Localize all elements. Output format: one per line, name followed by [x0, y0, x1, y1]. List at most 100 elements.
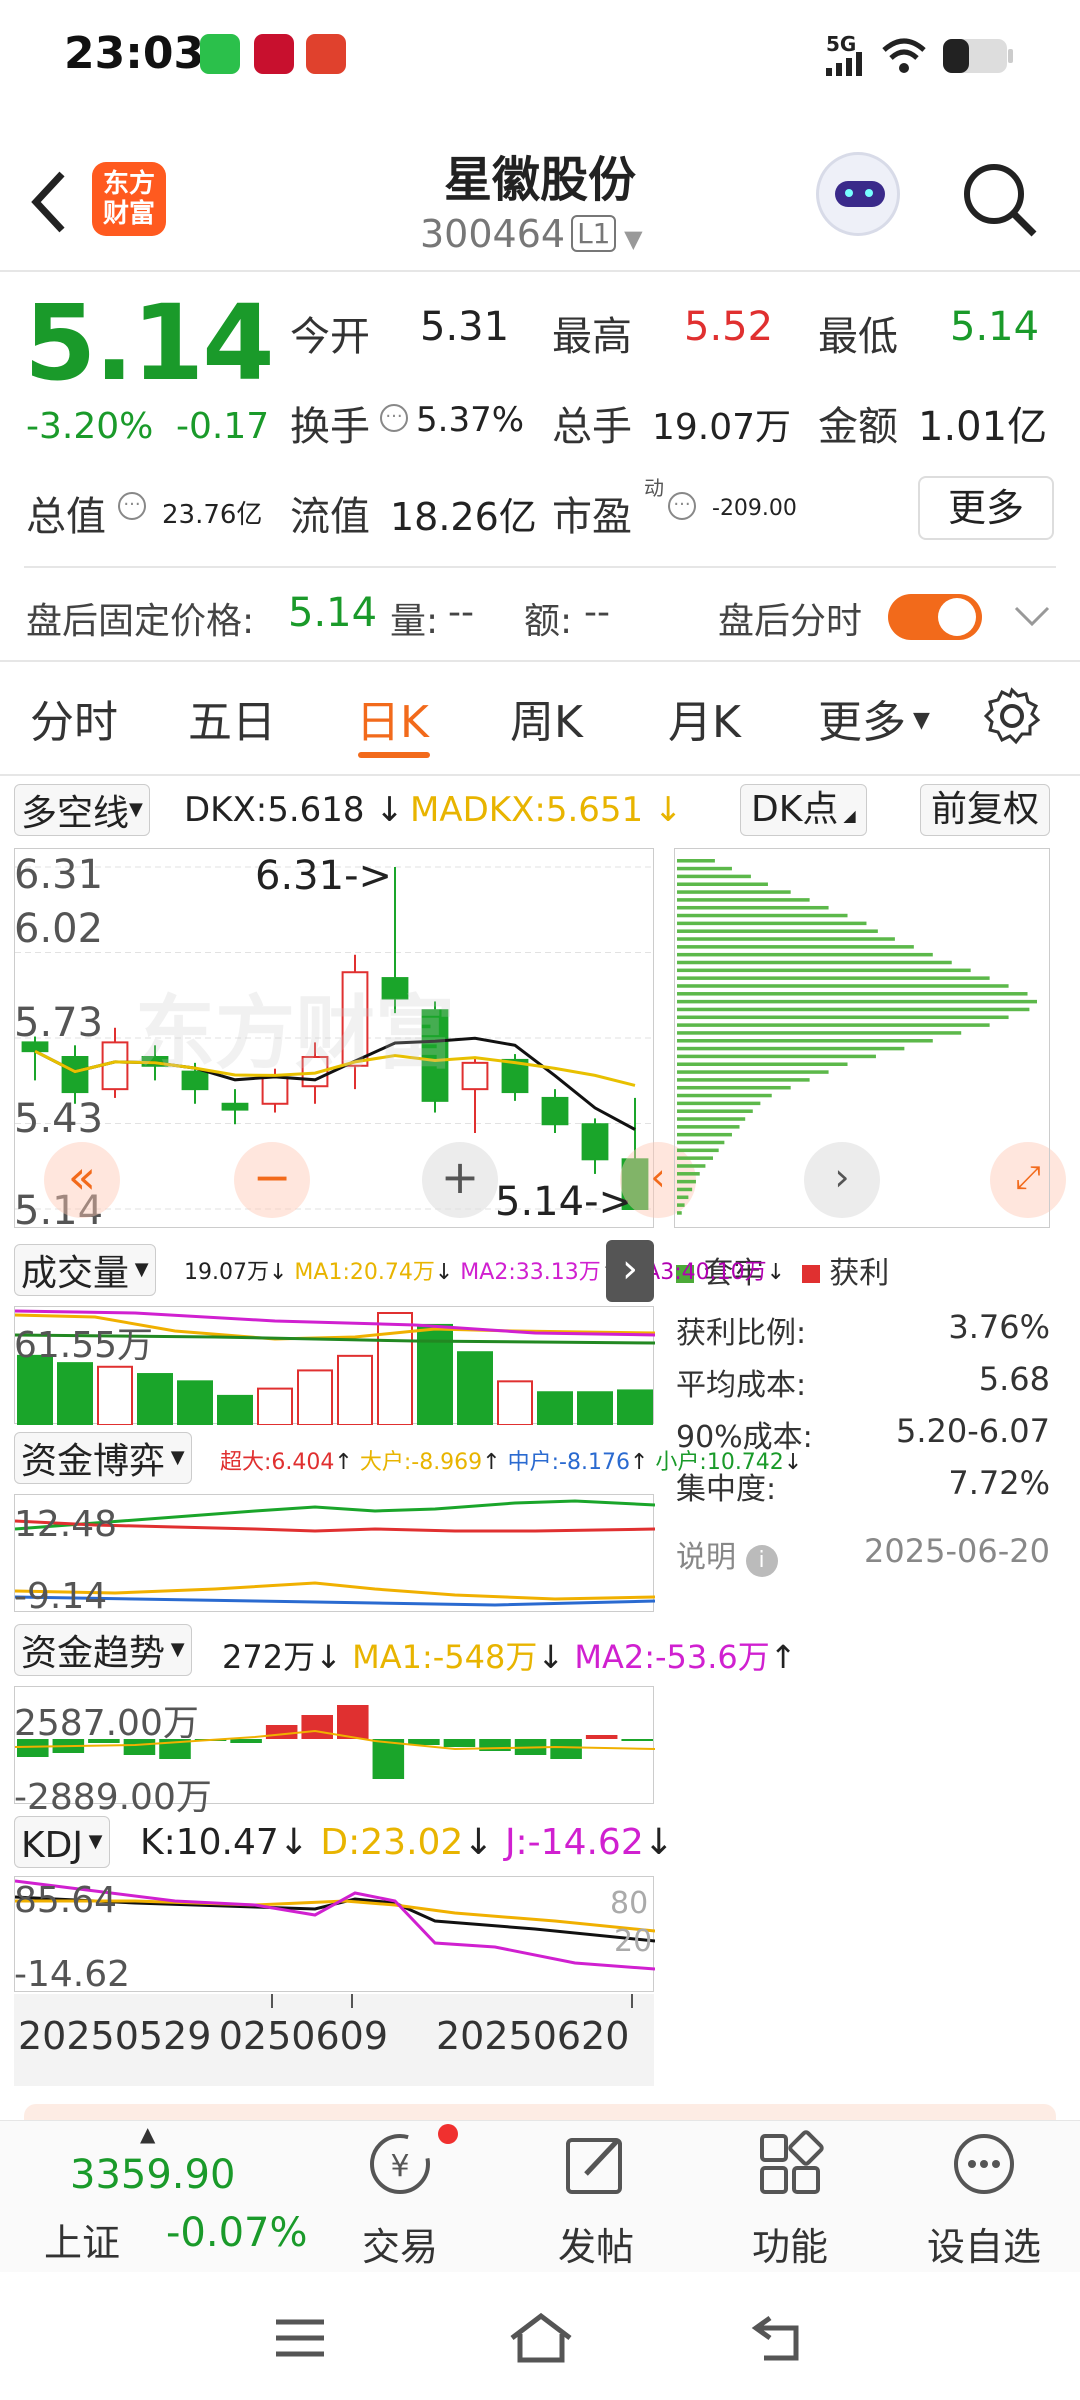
- more-options-icon[interactable]: [950, 2130, 1020, 2200]
- chip-bar: [677, 1172, 700, 1176]
- chip-bar: [677, 992, 1028, 996]
- date-label-2: 20250609: [220, 2014, 388, 2058]
- capital-select[interactable]: 资金博弈 ▼: [14, 1432, 192, 1484]
- post-icon[interactable]: [562, 2130, 632, 2200]
- volume-select[interactable]: 成交量 ▼: [14, 1244, 156, 1296]
- tab-more[interactable]: 更多 ▼: [818, 686, 930, 750]
- low-marker: 5.14->: [495, 1179, 633, 1225]
- notification-dot: [438, 2124, 458, 2144]
- pe-dynamic-mark: 动: [644, 476, 664, 500]
- watermark: 东方财富: [135, 987, 455, 1080]
- index-value[interactable]: 3359.90: [70, 2152, 235, 2198]
- chip-bar: [677, 1093, 772, 1098]
- y-label-1: 6.31: [14, 852, 104, 898]
- caret-up-icon: ▲: [140, 2122, 156, 2146]
- nav-post[interactable]: 发帖: [516, 2216, 676, 2271]
- chip-bar: [677, 882, 768, 886]
- chip-note-link[interactable]: 说明 i: [676, 1532, 778, 1577]
- chip-bar: [677, 960, 952, 965]
- wechat-icon: [200, 34, 240, 74]
- info-dots-icon[interactable]: ···: [380, 404, 408, 432]
- current-price: 5.14: [24, 282, 275, 404]
- chip-bar: [677, 866, 732, 871]
- pe-value: -209.00: [712, 496, 797, 521]
- collapse-arrow-icon[interactable]: ›: [606, 1240, 654, 1302]
- candle-body: [101, 1041, 129, 1091]
- y-label-2: 6.02: [14, 906, 104, 952]
- search-icon[interactable]: [960, 160, 1040, 240]
- kdj-stats: K:10.47↓ D:23.02↓ J:-14.62↓: [140, 1822, 674, 1863]
- active-tab-indicator: [358, 752, 430, 758]
- chip-bar: [677, 937, 895, 941]
- volume-bar: [497, 1380, 533, 1426]
- chip-bar: [677, 1164, 706, 1168]
- capital-stats: 超大:6.404↑ 大户:-8.969↑ 中户:-8.176↑ 小户:10.74…: [220, 1450, 803, 1475]
- chip-bar: [677, 1007, 1030, 1012]
- nav-functions[interactable]: 功能: [710, 2216, 870, 2271]
- trade-icon[interactable]: ¥: [362, 2130, 438, 2200]
- chip-bar: [677, 874, 751, 879]
- chip-bar: [677, 1046, 905, 1051]
- back-icon[interactable]: [750, 2312, 810, 2364]
- trend-axis-bottom: -2889.00万: [14, 1777, 212, 1818]
- info-dots-icon[interactable]: ···: [668, 492, 696, 520]
- volume-bar: [57, 1362, 93, 1426]
- trend-bar: [230, 1739, 262, 1743]
- index-change[interactable]: -0.07%: [166, 2210, 308, 2256]
- trend-axis-top: 2587.00万: [14, 1703, 199, 1744]
- tab-daily-k[interactable]: 日K: [356, 686, 429, 750]
- volume-label: 总手: [552, 404, 632, 450]
- kdj-select[interactable]: KDJ ▼: [14, 1816, 110, 1868]
- nav-trade[interactable]: 交易: [320, 2216, 480, 2271]
- nav-watchlist[interactable]: 设自选: [904, 2216, 1064, 2271]
- trend-bar: [585, 1735, 618, 1739]
- functions-icon[interactable]: [756, 2130, 826, 2200]
- chip-stat-label: 获利比例:: [676, 1316, 807, 1351]
- adjust-button[interactable]: 前复权: [920, 784, 1051, 836]
- chip-stat-value: 5.68: [978, 1360, 1050, 1398]
- chip-stat-value: 3.76%: [948, 1308, 1050, 1346]
- tab-weekly-k[interactable]: 周K: [510, 686, 583, 750]
- amount-label: 金额: [818, 404, 898, 450]
- dk-point-button[interactable]: DK点 ◢: [740, 784, 867, 836]
- volume-bar: [217, 1394, 253, 1426]
- chip-bar: [677, 1023, 990, 1027]
- index-name[interactable]: 上证: [44, 2212, 120, 2267]
- indicator-select[interactable]: 多空线▼: [14, 784, 150, 836]
- home-icon[interactable]: [506, 2310, 576, 2366]
- chevron-down-icon[interactable]: [1014, 604, 1050, 628]
- tab-five-day[interactable]: 五日: [188, 686, 276, 750]
- after-hours-vol: --: [448, 592, 474, 633]
- menu-icon[interactable]: [270, 2316, 330, 2360]
- pe-label: 市盈: [552, 494, 632, 540]
- date-ticks: [271, 1994, 633, 2008]
- chip-bar: [677, 898, 810, 902]
- madkx-value: MADKX:5.651 ↓: [410, 790, 683, 830]
- info-dots-icon[interactable]: ···: [118, 492, 146, 520]
- stock-code-selector[interactable]: 300464 L1 ▼: [420, 212, 643, 256]
- chip-bar: [677, 984, 1009, 988]
- chip-stat-label: 平均成本:: [676, 1368, 807, 1403]
- trend-select[interactable]: 资金趋势 ▼: [14, 1624, 192, 1676]
- after-hours-toggle[interactable]: [888, 594, 982, 640]
- date-label-1: 20250529: [18, 2014, 212, 2058]
- zoom-in-icon[interactable]: +: [422, 1142, 498, 1218]
- system-nav: [0, 2272, 1080, 2400]
- volume-axis-label: 61.55万: [14, 1325, 154, 1366]
- chip-bar: [677, 1211, 682, 1215]
- high-label: 最高: [552, 314, 632, 360]
- chip-bar: [677, 1203, 685, 1207]
- tab-monthly-k[interactable]: 月K: [668, 686, 741, 750]
- mcap-label: 总值: [26, 494, 106, 540]
- clock: 23:03: [64, 28, 205, 79]
- chip-bar: [677, 1148, 719, 1153]
- gear-icon[interactable]: [982, 686, 1042, 746]
- scroll-left-icon[interactable]: «: [44, 1142, 120, 1218]
- zoom-out-icon[interactable]: −: [234, 1142, 310, 1218]
- chip-bar: [677, 913, 848, 918]
- more-button[interactable]: 更多: [918, 476, 1054, 540]
- tab-minute[interactable]: 分时: [30, 686, 118, 750]
- volume-bar: [577, 1391, 613, 1426]
- robot-assistant-icon[interactable]: [816, 152, 900, 236]
- volume-value: 19.07万: [652, 407, 792, 448]
